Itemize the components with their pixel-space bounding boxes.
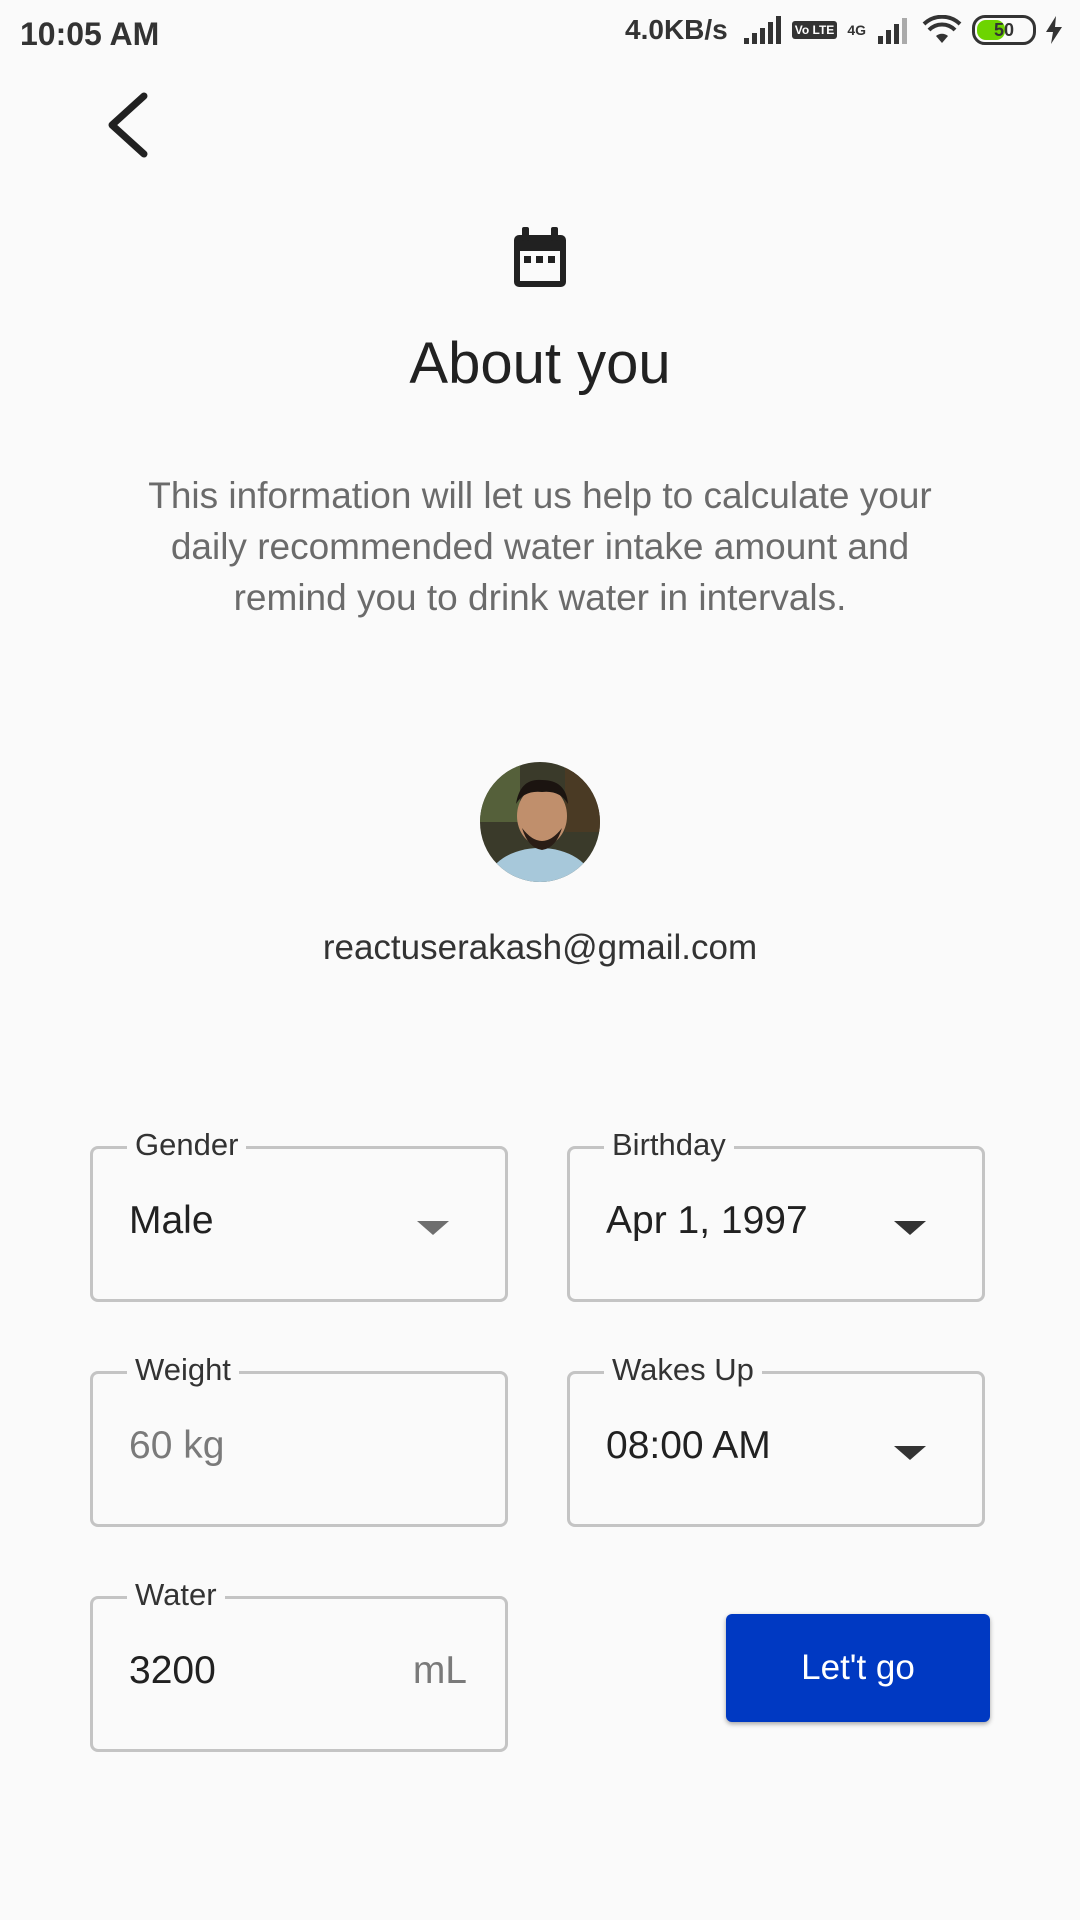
battery-icon: 50 (972, 15, 1036, 45)
chevron-down-icon (894, 1221, 926, 1235)
wakes-up-label: Wakes Up (604, 1348, 762, 1392)
birthday-select[interactable]: Birthday Apr 1, 1997 (567, 1123, 985, 1302)
water-label: Water (127, 1573, 225, 1617)
chevron-down-icon (894, 1446, 926, 1460)
status-time: 10:05 AM (20, 16, 160, 52)
chevron-down-icon (417, 1221, 449, 1235)
weight-field[interactable]: Weight 60 kg (90, 1348, 508, 1527)
water-unit: mL (412, 1649, 467, 1692)
birthday-label: Birthday (604, 1123, 734, 1167)
water-field[interactable]: Water 3200 mL (90, 1573, 508, 1752)
calendar-icon (510, 227, 570, 296)
back-button[interactable] (98, 90, 158, 160)
page-title: About you (409, 331, 671, 396)
gender-label: Gender (127, 1123, 247, 1167)
back-arrow-icon (108, 92, 148, 158)
lets-go-button[interactable]: Let't go (726, 1614, 990, 1722)
status-icons: 4.0KB/s Vo LTE 4G 50 (625, 14, 1062, 46)
wakes-up-select[interactable]: Wakes Up 08:00 AM (567, 1348, 985, 1527)
weight-placeholder: 60 kg (129, 1424, 225, 1467)
user-email: reactuserakash@gmail.com (322, 928, 758, 967)
network-type: 4G (847, 22, 866, 38)
page-description: This information will let us help to cal… (148, 475, 932, 618)
signal-icon-2 (878, 18, 907, 44)
volte-icon: Vo LTE (791, 21, 838, 39)
charging-icon (1046, 16, 1062, 44)
water-value: 3200 (129, 1649, 216, 1692)
signal-icon (743, 16, 781, 44)
wakes-up-value: 08:00 AM (606, 1424, 771, 1467)
avatar (480, 762, 600, 882)
weight-label: Weight (127, 1348, 239, 1392)
net-speed: 4.0KB/s (625, 14, 728, 45)
birthday-value: Apr 1, 1997 (606, 1199, 808, 1242)
wifi-icon (922, 15, 962, 43)
battery-level: 50 (993, 19, 1015, 40)
gender-value: Male (129, 1199, 214, 1242)
gender-select[interactable]: Gender Male (90, 1123, 508, 1302)
